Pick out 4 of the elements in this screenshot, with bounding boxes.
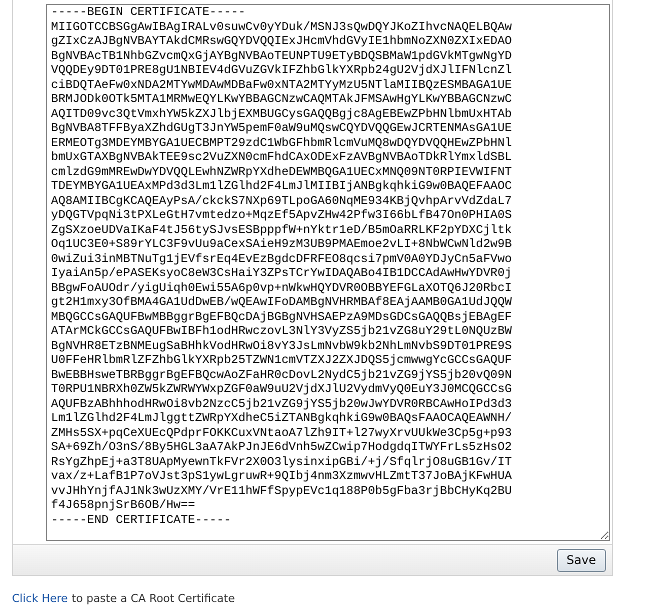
certificate-field[interactable]: -----BEGIN CERTIFICATE----- MIIGOTCCBSGgAwIBAgIRALv0suwCv0yYDuk/MSNJ3sQwDQYJKoZIhvcNAQELBQAw gZIxCzAJBgNVBAYTAkdCMRswGQYDVQQIExJHcmVhdGVyIE1hbmNoZXN0ZXIxEDAO BgNVBAcTB1NhbGZvcmQxGjAYBgNVBAoTEUNPTU9ETyBDQSBMaW1pdGVkMTgwNgYD VQQDEy9DT01PRE8gU1NBIEV4dGVuZGVkIFZhbGlkYXRpb24gU2VjdXJlIFNlcnZl ciBDQTAeFw0xNDA2MTYwMDAwMDBaFw0xNTA2MTYyMzU5NTlaMIIBQzESMBAGA1UE BRMJODk0OTk5MTA1MRMwEQYLKwYBBAGCNzwCAQMTAkJFMSAwHgYLKwYBBAGCNzwC AQITD09vc3QtVmxhYW5kZXJlbjEXMBUGCysGAQQBgjc8AgEBEwZPbHNlbmUxHTAb BgNVBA8TFFByaXZhdGUgT3JnYW5pemF0aW9uMQswCQYDVQQGEwJCRTENMAsGA1UE ERMEOTg3MDEYMBYGA1UECBMPT29zdC1WbGFhbmRlcmVuMQ8wDQYDVQQHEwZPbHNl bmUxGTAXBgNVBAkTEE9sc2VuZXN0cmFhdCAxODExFzAVBgNVBAoTDkRlYmxldSBL cmlzdG9mMREwDwYDVQQLEwhNZWRpYXdheDEWMBQGA1UECxMNQ09NT0RPIEVWIFNT TDEYMBYGA1UEAxMPd3d3Lm1lZGlhd2F4LmJlMIIBIjANBgkqhkiG9w0BAQEFAAOC AQ8AMIIBCgKCAQEAyPsA/ckckS7NXp69TLpoGA60NqME934KBjQvhpArvVdZdaL7 yDQGTVpqNi3tPXLeGtH7vmtedzo+MqzEf5ApvZHw42Pfw3I66bLfB47On0PHIA0S ZgSXzoeUDVaIKaF4tJ56tySJvsESBpppfW+nYktr1eD/B5mOaRRLKF2pYDXCjltk Oq1UC3E0+S89rYLC3F9vUu9aCexSAieH9zM3UB9PMAEmoe2vLI+8NbWCwNld2w9B 0wiZui3inMBTNuTg1jEVfsrEq4EvEzBgdcDFRFEO8qcsi7pmV0A0YDJyCn5aFVwo IyaiAn5p/ePASEKsyoC8eW3CsHaiY3ZPsTCrYwIDAQABo4IB1DCCAdAwHwYDVR0j BBgwFoAUOdr/yigUiqh0Ewi55A6p0vp+nWkwHQYDVR0OBBYEFGLaXOTQ6J20RbcI gt2H1mxy3OfBMA4GA1UdDwEB/wQEAwIFoDAMBgNVHRMBAf8EAjAAMB0GA1UdJQQW MBQGCCsGAQUFBwMBBggrBgEFBQcDAjBGBgNVHSAEPzA9MDsGDCsGAQQBsjEBAgEF ATArMCkGCCsGAQUFBwIBFh1odHRwczovL3NlY3VyZS5jb21vZG8uY29tL0NQUzBW BgNVHR8ETzBNMEugSaBHhkVodHRwOi8vY3JsLmNvbW9kb2NhLmNvbS9DT01PRE9S U0FFeHRlbmRlZFZhbGlkYXRpb25TZWN1cmVTZXJ2ZXJDQS5jcmwwgYcGCCsGAQUF BwEBBHsweTBRBggrBgEFBQcwAoZFaHR0cDovL2NydC5jb21vZG9jYS5jb20vQ09N T0RPU1NBRXh0ZW5kZWRWYWxpZGF0aW9uU2VjdXJlU2VydmVyQ0EuY3J0MCQGCCsG AQUFBzABhhhodHRwOi8vb2NzcC5jb21vZG9jYS5jb20wJwYDVR0RBCAwHoIPd3d3 Lm1lZGlhd2F4LmJlggttZWRpYXdheC5iZTANBgkqhkiG9w0BAQsFAAOCAQEAWNH/ ZMHs5SX+pqCeXUEcQPdprFOKKCuxVNtaoA7lZh9IT+l27wyXrvUUkWe3Cp5g+p93 SA+69Zh/O3nS/8By5HGL3aA7AkPJnJE6dVnh5wZCwip7HodgdqITWYFrLs5zHsO2 RsYgZhpEj+a3T8UApMyewnTkFVr2X0O3lysinxipGBi/+j/SfqlrjO8uGB1Gv/IT vax/z+LafB1P7oVJst3pS1ywLgruwR+9QIbj4nm3XzmwvHLZmtT37JoBAjKFwHUA vvJHhYnjfAJ1Nk3wUzXMY/VrE11hWFfSpypEVc1q188P0b5gFba3rjBbCHyKq2BU f4J658pnjSrB6OB/Hw== -----END CERTIFICATE----- <box>46 4 610 541</box>
instruction-text: to paste a CA Root Certificate <box>72 592 235 606</box>
save-button[interactable]: Save <box>556 548 606 572</box>
paste-link[interactable]: Click Here <box>12 592 68 606</box>
